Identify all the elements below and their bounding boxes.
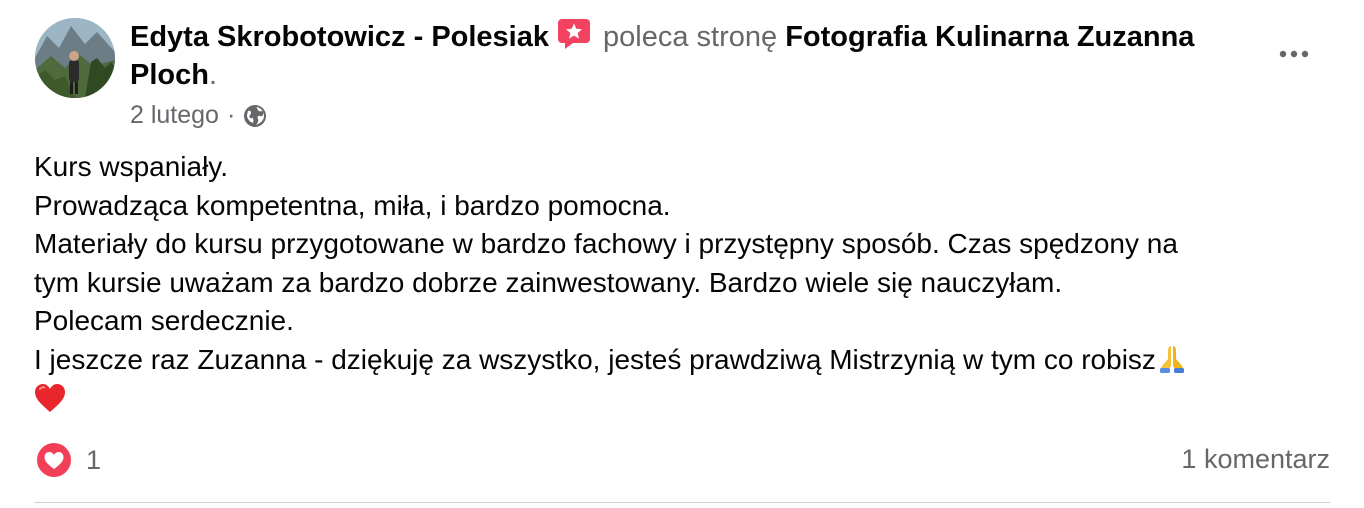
author-avatar[interactable] xyxy=(35,18,115,98)
post-header: Edyta Skrobotowicz - Polesiak poleca stro… xyxy=(130,18,1250,94)
red-heart-emoji xyxy=(34,383,66,413)
body-line: Materiały do kursu przygotowane w bardzo… xyxy=(34,228,1178,259)
header-period: . xyxy=(208,59,218,91)
meta-separator: · xyxy=(226,101,236,129)
reaction-count: 1 xyxy=(86,444,102,475)
recommend-text: poleca stronę xyxy=(603,21,778,53)
comment-count-link[interactable]: 1 komentarz xyxy=(1181,444,1330,475)
body-last-line: I jeszcze raz Zuzanna - dziękuję za wszy… xyxy=(34,341,1330,380)
body-emoji-line xyxy=(34,379,1330,418)
reactions-summary[interactable]: 1 xyxy=(34,440,101,480)
footer-divider xyxy=(34,502,1330,503)
body-line: Polecam serdecznie. xyxy=(34,305,294,336)
post-date[interactable]: 2 lutego xyxy=(130,98,219,132)
body-line: Prowadząca kompetentna, miła, i bardzo p… xyxy=(34,189,671,221)
recommend-star-icon xyxy=(557,18,591,50)
love-reaction-icon xyxy=(34,440,74,480)
author-name[interactable]: Edyta Skrobotowicz - Polesiak xyxy=(130,21,549,53)
body-line: tym kursie uważam za bardzo dobrze zainw… xyxy=(34,266,1063,298)
globe-icon[interactable] xyxy=(243,103,267,127)
body-line: Kurs wspaniały. xyxy=(34,151,229,182)
post-body: Kurs wspaniały. Prowadząca kompetentna, … xyxy=(34,148,1330,418)
folded-hands-emoji xyxy=(1156,342,1188,374)
post-footer: 1 1 komentarz xyxy=(34,440,1330,484)
body-line: I jeszcze raz Zuzanna - dziękuję za wszy… xyxy=(34,343,1156,375)
more-options-icon xyxy=(1279,50,1309,58)
avatar-photo xyxy=(35,18,115,98)
recommendation-post: Edyta Skrobotowicz - Polesiak poleca stro… xyxy=(0,0,1364,508)
post-meta: 2 lutego · xyxy=(130,98,267,132)
more-options-button[interactable] xyxy=(1272,36,1316,72)
